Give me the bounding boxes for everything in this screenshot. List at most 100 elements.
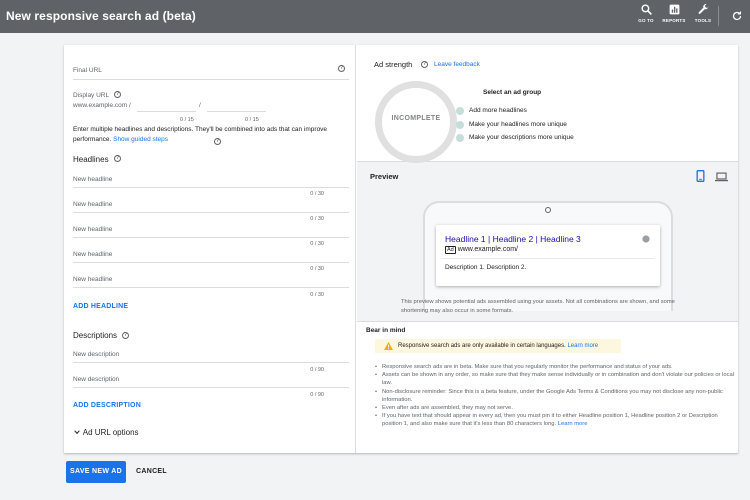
list-item: If you have text that should appear in e… <box>374 412 734 428</box>
headline-underline <box>73 237 349 238</box>
ad-badge: Ad <box>445 246 456 254</box>
bear-in-mind-list: Responsive search ads are in beta. Make … <box>374 363 734 429</box>
description-input[interactable]: New description <box>73 351 119 358</box>
description-input[interactable]: New description <box>73 376 119 383</box>
headline-counter: 0 / 30 <box>310 216 324 222</box>
help-icon[interactable]: ? <box>122 332 129 339</box>
reports-label: REPORTS <box>662 18 686 23</box>
save-new-ad-button[interactable]: SAVE NEW AD <box>66 461 126 483</box>
warning-message: Responsive search ads are only available… <box>398 343 598 349</box>
description-counter: 0 / 90 <box>310 392 324 398</box>
descriptions-title: Descriptions <box>73 331 118 340</box>
headlines-title: Headlines <box>73 155 109 164</box>
help-icon[interactable]: ? <box>421 61 428 68</box>
suggestion-item: Make your descriptions more unique <box>469 134 574 141</box>
headline-underline <box>73 212 349 213</box>
wrench-icon <box>698 4 708 14</box>
select-ad-group-label: Select an ad group <box>483 89 542 96</box>
bear-in-mind-title: Bear in mind <box>366 327 406 334</box>
headline-underline <box>73 187 349 188</box>
headline-input[interactable]: New headline <box>73 276 112 283</box>
description-underline <box>73 387 349 388</box>
chevron-down-icon <box>74 430 80 435</box>
headline-underline <box>73 287 349 288</box>
ad-url-line: Ad www.example.com/ <box>445 246 518 254</box>
path2-input[interactable] <box>207 111 266 112</box>
show-guided-steps-link[interactable]: Show guided steps <box>113 136 168 143</box>
reports-icon <box>669 4 679 15</box>
ad-divider <box>441 258 655 259</box>
headline-input[interactable]: New headline <box>73 176 112 183</box>
intro-text: Enter multiple headlines and description… <box>73 125 353 145</box>
display-url-separator: / <box>199 102 201 109</box>
headline-input[interactable]: New headline <box>73 226 112 233</box>
goto-label: GO TO <box>638 18 654 23</box>
headline-counter: 0 / 30 <box>310 191 324 197</box>
headline-underline <box>73 262 349 263</box>
refresh-button[interactable] <box>731 9 743 27</box>
search-icon <box>640 4 652 15</box>
goto-button[interactable]: GO TO <box>631 3 661 23</box>
side-panel: Ad strength ? Leave feedback INCOMPLETE … <box>357 45 738 453</box>
refresh-icon <box>732 11 742 21</box>
list-item: Non-disclosure reminder: Since this is a… <box>374 388 734 404</box>
tools-label: TOOLS <box>694 18 712 23</box>
ad-editor-card: Final URL ? Display URL ? www.example.co… <box>64 45 738 453</box>
ad-headline: Headline 1 | Headline 2 | Headline 3 <box>445 234 581 244</box>
ad-strength-title: Ad strength <box>374 60 413 69</box>
tools-button[interactable]: TOOLS <box>688 3 718 23</box>
add-headline-button[interactable]: ADD HEADLINE <box>73 303 128 310</box>
ad-description: Description 1. Description 2. <box>445 264 527 271</box>
reports-button[interactable]: REPORTS <box>659 3 689 23</box>
path2-counter: 0 / 15 <box>245 117 259 123</box>
list-item: Even after ads are assembled, they may n… <box>374 404 734 412</box>
preview-title: Preview <box>370 172 399 181</box>
help-icon[interactable]: ? <box>114 155 121 162</box>
suggestion-item: Make your headlines more unique <box>469 121 567 128</box>
description-counter: 0 / 90 <box>310 367 324 373</box>
laptop-device-icon[interactable] <box>715 172 728 182</box>
add-description-button[interactable]: ADD DESCRIPTION <box>73 402 141 409</box>
ad-url-options-toggle[interactable]: Ad URL options <box>73 428 139 437</box>
suggestion-dot <box>456 121 464 129</box>
suggestion-dot <box>456 134 464 142</box>
warning-learn-more-link[interactable]: Learn more <box>567 343 598 349</box>
headline-input[interactable]: New headline <box>73 251 112 258</box>
help-icon[interactable]: ? <box>338 65 345 72</box>
leave-feedback-link[interactable]: Leave feedback <box>434 61 480 68</box>
top-bar: New responsive search ad (beta) GO TO RE… <box>0 0 750 33</box>
headline-counter: 0 / 30 <box>310 292 324 298</box>
phone-frame: Headline 1 | Headline 2 | Headline 3 Ad … <box>423 201 673 311</box>
pin-learn-more-link[interactable]: Learn more <box>558 421 588 427</box>
mobile-device-icon[interactable] <box>696 170 705 182</box>
list-item: Responsive search ads are in beta. Make … <box>374 363 734 371</box>
strength-status: INCOMPLETE <box>391 115 441 122</box>
ad-preview-card: Headline 1 | Headline 2 | Headline 3 Ad … <box>436 225 660 286</box>
display-url-label: Display URL <box>73 92 110 99</box>
list-item: Assets can be shown in any order, so mak… <box>374 371 734 387</box>
intro-description: Enter multiple headlines and description… <box>73 126 328 143</box>
path1-input[interactable] <box>137 111 196 112</box>
help-icon[interactable]: ? <box>114 91 121 98</box>
ad-strength-panel: Ad strength ? Leave feedback INCOMPLETE … <box>357 45 738 163</box>
description-underline <box>73 362 349 363</box>
headline-counter: 0 / 30 <box>310 266 324 272</box>
bear-in-mind-panel: Bear in mind Responsive search ads are o… <box>357 321 738 453</box>
pin-bullet-text: If you have text that should appear in e… <box>382 413 718 428</box>
preview-note: This preview shows potential ads assembl… <box>401 299 675 314</box>
toolbar-divider <box>718 6 719 26</box>
headline-input[interactable]: New headline <box>73 201 112 208</box>
cancel-button[interactable]: CANCEL <box>136 468 167 475</box>
final-url-label: Final URL <box>73 67 102 74</box>
suggestion-dot <box>456 107 464 115</box>
info-icon <box>642 235 650 243</box>
language-warning: Responsive search ads are only available… <box>375 339 621 353</box>
help-icon[interactable]: ? <box>214 138 221 145</box>
path1-counter: 0 / 15 <box>180 117 194 123</box>
page-title: New responsive search ad (beta) <box>6 9 196 23</box>
final-url-input[interactable] <box>73 79 349 80</box>
ad-form: Final URL ? Display URL ? www.example.co… <box>64 45 356 453</box>
warning-text: Responsive search ads are only available… <box>398 343 566 349</box>
warning-icon <box>384 342 393 350</box>
suggestion-item: Add more headlines <box>469 107 527 114</box>
